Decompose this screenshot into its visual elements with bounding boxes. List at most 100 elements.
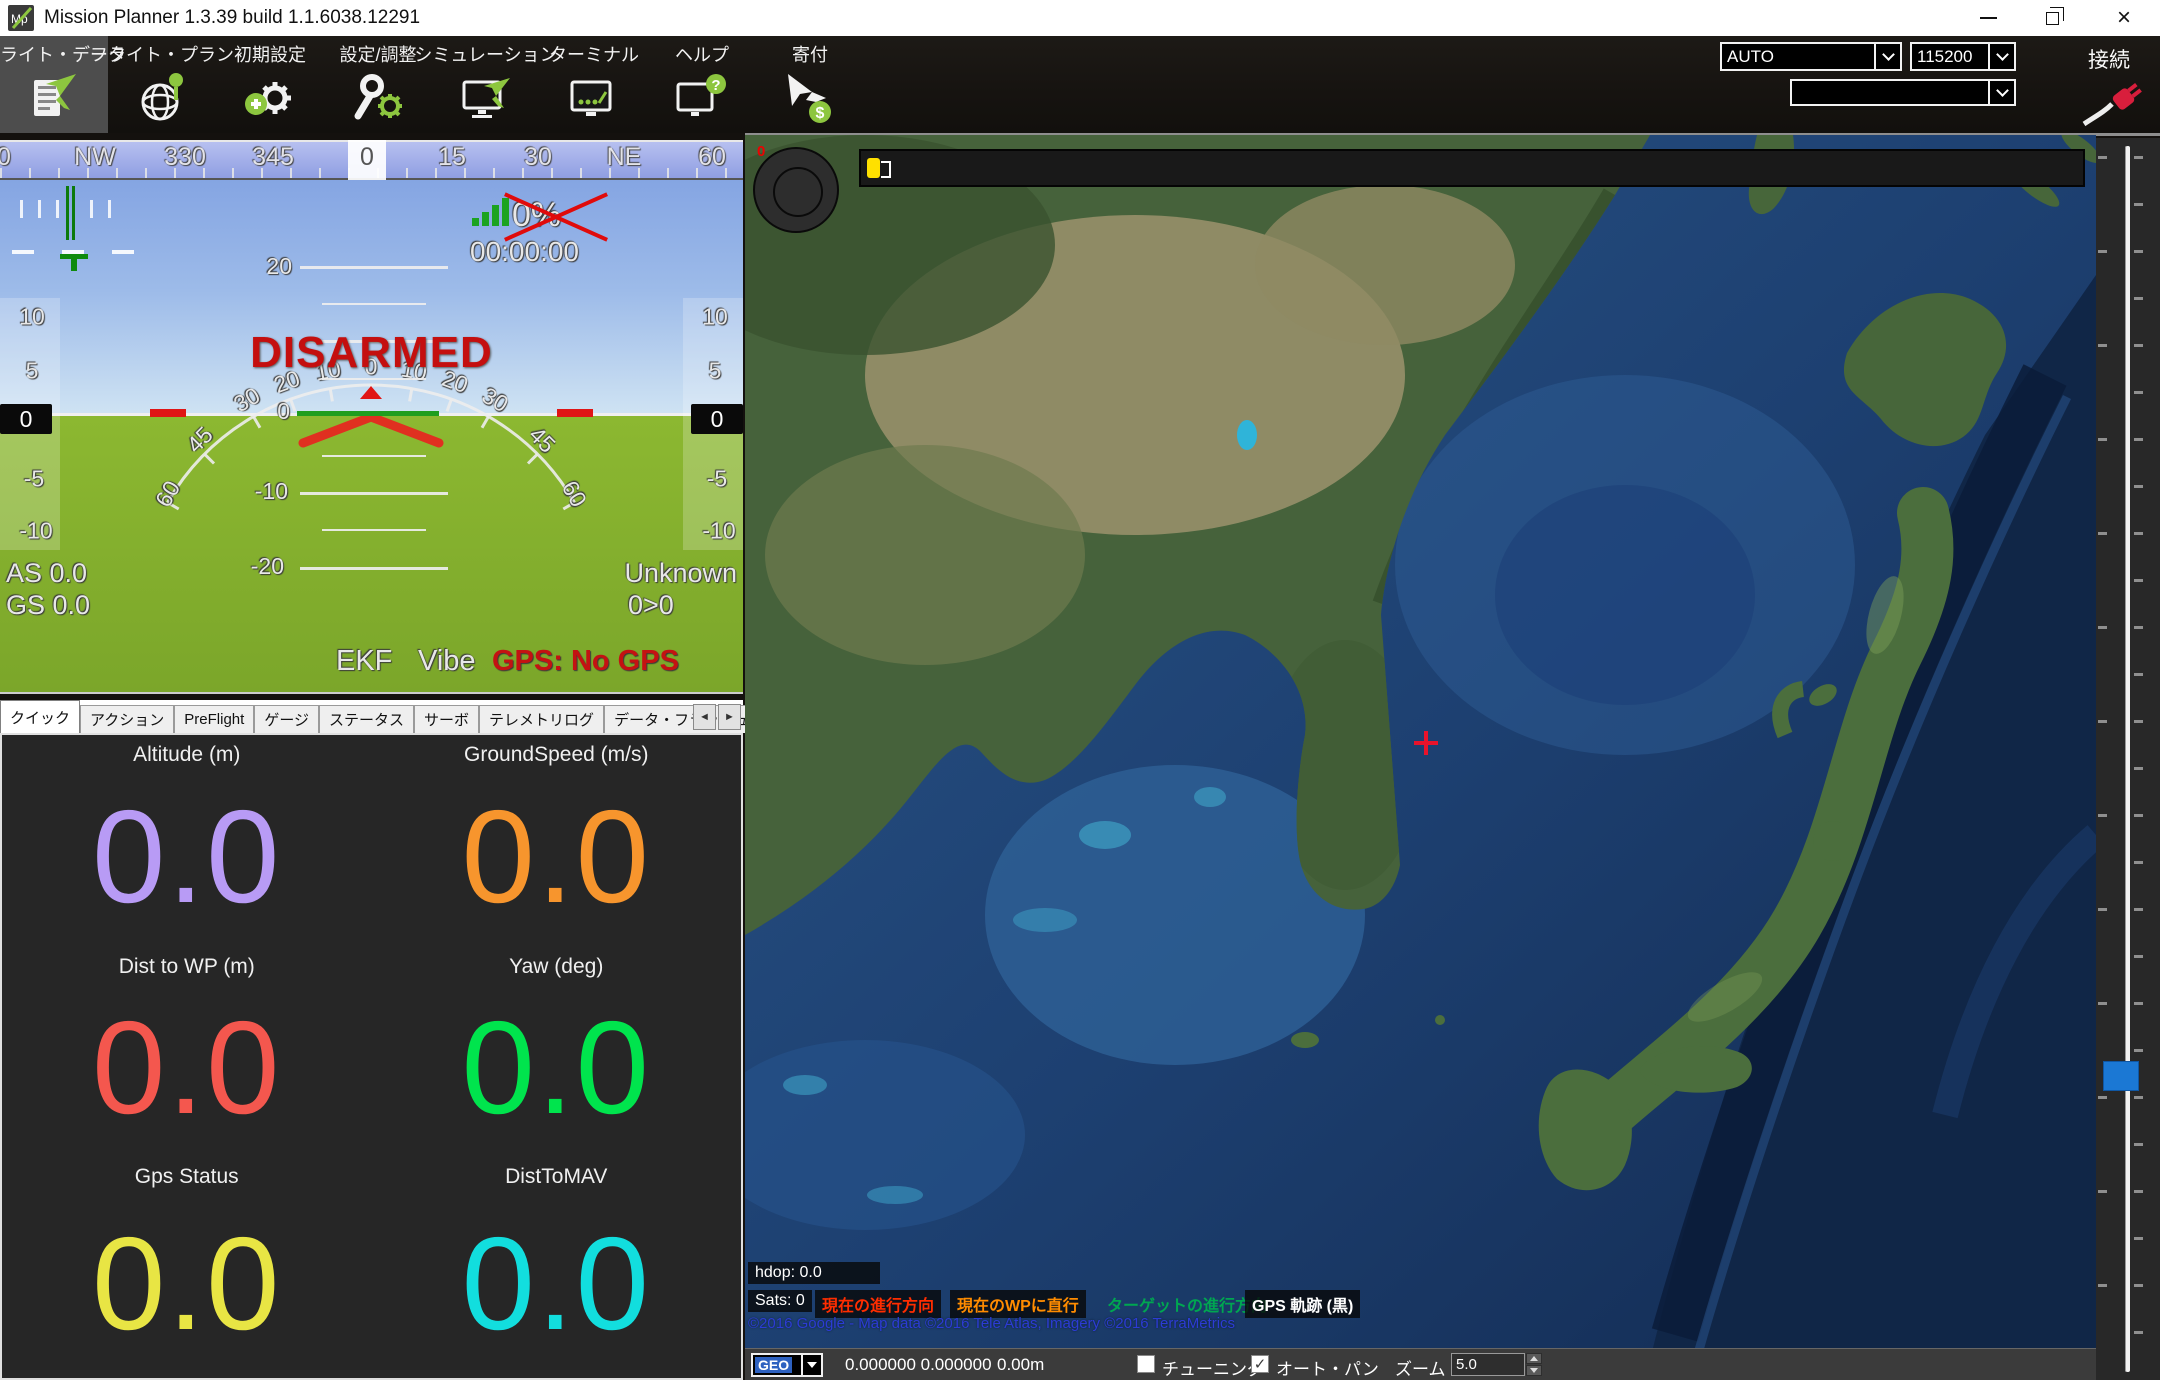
port-select[interactable]: AUTO [1720,42,1902,71]
metric-value: 0.0 [92,767,282,947]
pitch-line [300,567,448,570]
tab-help[interactable]: ヘルプ ? [648,36,756,133]
speed-scale-tick [20,200,23,218]
tuning-label: チューニング [1162,1355,1264,1380]
mission-planner-window: Mp Mission Planner 1.3.39 build 1.1.6038… [0,0,2160,1380]
compass-heading: NW [74,143,116,172]
window-title: Mission Planner 1.3.39 build 1.1.6038.12… [44,7,420,29]
cursor-altitude: 0.00m [997,1355,1044,1375]
speed-scale-tick [108,200,111,218]
speed-needle-icon [66,186,69,240]
connect-plug-icon [2080,70,2152,130]
tab-gauges[interactable]: ゲージ [254,705,319,733]
minimize-icon [1980,17,1997,19]
minimize-button[interactable] [1962,0,2014,36]
close-button[interactable]: × [2098,0,2150,36]
zoom-slider-column [2096,138,2160,1380]
quick-metric-dist-to-wp[interactable]: Dist to WP (m) 0.0 [2,947,372,1157]
map-view[interactable]: 0 hdop: 0.0 Sats: 0 現在の進行方向 現在のWPに直行 ターゲ… [745,135,2096,1380]
pitch-line [322,378,426,380]
restore-button[interactable] [2026,0,2078,36]
tab-flight-plan[interactable]: フライト・プラン [108,36,216,133]
quick-metrics-panel: Altitude (m) 0.0 GroundSpeed (m/s) 0.0 D… [0,733,743,1380]
help-icon: ? [674,70,730,128]
pitch-label: -10 [228,478,288,505]
metric-value: 0.0 [462,1189,652,1378]
trim-marker-icon [71,259,77,271]
metric-label: Yaw (deg) [509,955,603,979]
roll-trim-mark [557,409,593,417]
tab-telemetry-log[interactable]: テレメトリログ [479,705,604,733]
tab-scroll-left-button[interactable]: ◄ [693,704,716,730]
tape-value: -5 [707,466,727,493]
zoom-slider-handle[interactable] [2103,1061,2139,1091]
tape-value: 10 [702,304,728,331]
altitude-current-box: 0 [691,404,743,434]
pitch-line [300,492,448,495]
pitch-line [322,303,426,305]
zoom-input[interactable] [1451,1353,1525,1376]
tab-donate[interactable]: 寄付 $ [756,36,864,133]
pitch-line [322,529,426,531]
tab-quick[interactable]: クイック [0,700,80,733]
metric-value: 0.0 [92,1189,282,1378]
projection-value: GEO [755,1357,792,1373]
cursor-coords: 0.000000 0.000000 [845,1355,992,1375]
tuning-checkbox[interactable] [1137,1355,1155,1373]
tab-scroll-right-button[interactable]: ► [718,704,741,730]
compass-heading: 345 [252,143,294,172]
tab-initial-setup[interactable]: 初期設定 [216,36,324,133]
metric-value: 0.0 [92,979,282,1157]
zoom-spin-down-button[interactable] [1526,1365,1542,1376]
compass-current-heading: 0 [360,143,374,172]
ekf-status[interactable]: EKF [336,645,392,678]
link-select[interactable] [1790,79,2016,106]
speed-current-box: 0 [0,404,52,434]
main-toolbar: フライト・データ フライト・プラン 初期設定 [0,36,2160,133]
tab-terminal[interactable]: ターミナル [540,36,648,133]
vibe-status[interactable]: Vibe [418,645,476,678]
zoom-slider-track[interactable] [2125,146,2130,1372]
tab-servo[interactable]: サーボ [414,705,479,733]
sats-readout: Sats: 0 [748,1290,812,1312]
battery-icon [867,158,880,178]
slider-ticks-right [2134,156,2143,1362]
autopan-checkbox[interactable]: ✓ [1251,1355,1269,1373]
flight-timer: 00:00:00 [470,236,579,268]
quick-metric-altitude[interactable]: Altitude (m) 0.0 [2,735,372,947]
svg-text:?: ? [711,77,720,94]
speed-scale-tick [56,200,59,218]
restore-icon [2046,12,2059,25]
baud-select[interactable]: 115200 [1910,42,2016,71]
quick-metric-gps-status[interactable]: Gps Status 0.0 [2,1157,372,1378]
pitch-line [322,455,426,457]
metric-label: Gps Status [135,1165,239,1189]
tab-status[interactable]: ステータス [319,705,414,733]
tab-preflight[interactable]: PreFlight [174,705,254,733]
link-select-arrow-icon [1988,81,2014,104]
tab-actions[interactable]: アクション [80,705,174,733]
pitch-label: 20 [232,253,292,280]
arm-status-text: DISARMED [0,328,743,378]
speed-scale-tick [38,200,41,218]
quick-metric-groundspeed[interactable]: GroundSpeed (m/s) 0.0 [372,735,742,947]
pitch-line [300,266,448,269]
map-control-bar: GEO 0.000000 0.000000 0.00m チューニング ✓ オート… [745,1348,2096,1380]
pitch-label: -20 [224,553,284,580]
projection-select[interactable]: GEO [751,1353,823,1377]
legend-gps-track: GPS 軌跡 (黒) [1245,1290,1360,1318]
tab-simulation[interactable]: シミュレーション [432,36,540,133]
map-gauge-value: 0 [757,143,765,160]
quick-metric-dist-to-mav[interactable]: DistToMAV 0.0 [372,1157,742,1378]
tape-value: -10 [702,518,735,545]
hud-artificial-horizon: 60 45 30 20 10 0 10 20 30 45 60 20 0 -10… [0,140,743,694]
zoom-spin-up-button[interactable] [1526,1353,1542,1364]
autopan-label: オート・パン [1276,1355,1379,1380]
quick-metric-yaw[interactable]: Yaw (deg) 0.0 [372,947,742,1157]
zoom-label: ズーム [1395,1355,1446,1380]
metric-label: Dist to WP (m) [119,955,255,979]
groundspeed-text: GS 0.0 [6,590,90,621]
connect-button[interactable] [2080,70,2152,135]
map-status-bar [859,149,2085,187]
hdop-readout: hdop: 0.0 [748,1262,880,1284]
